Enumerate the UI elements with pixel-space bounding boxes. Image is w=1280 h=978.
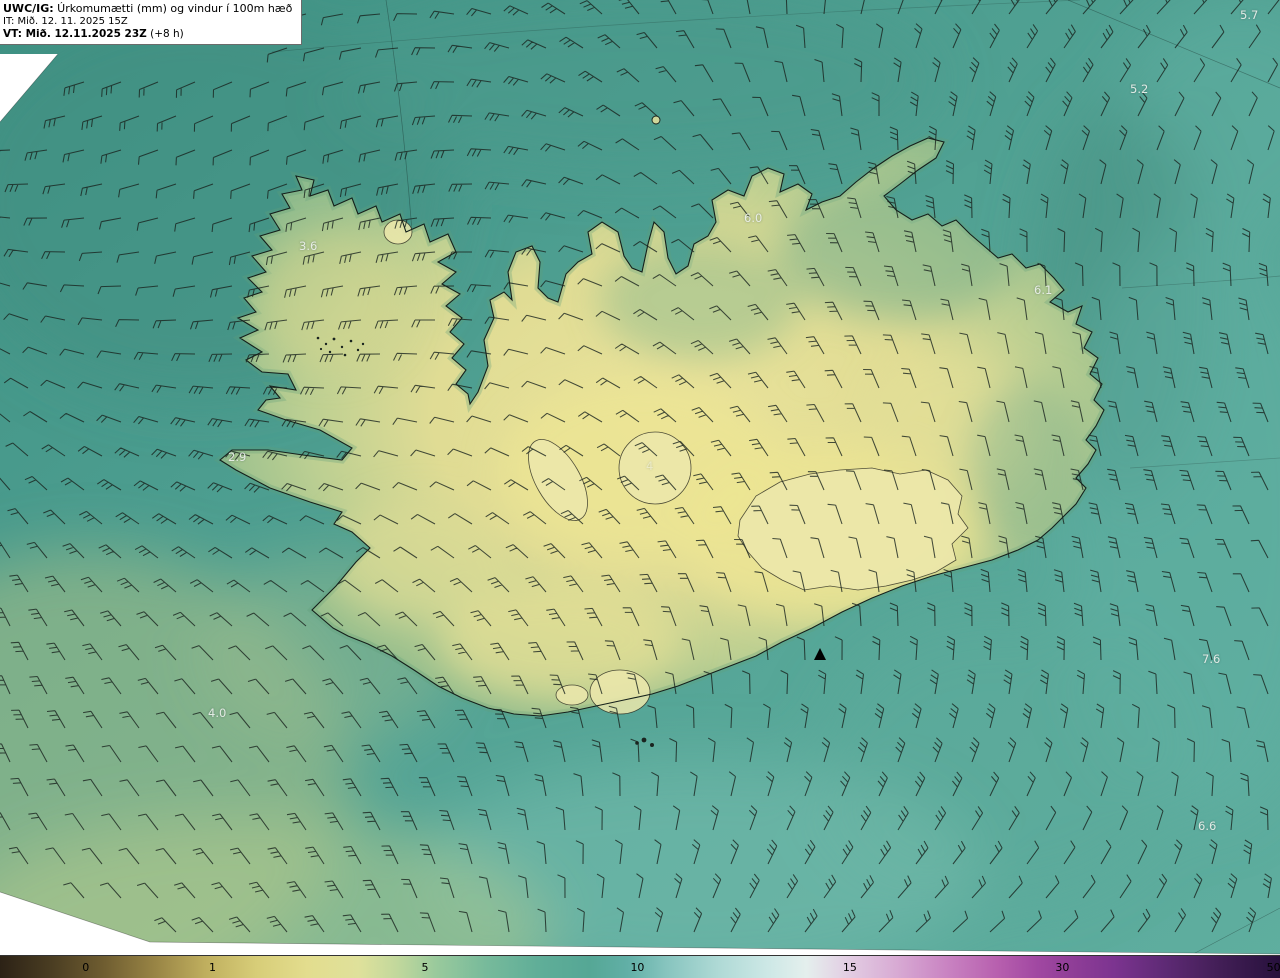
colorbar-tick-5: 5 bbox=[421, 961, 428, 974]
valid-time: VT: Mið. 12.11.2025 23Z bbox=[3, 28, 147, 40]
colorbar-tick-30: 30 bbox=[1055, 961, 1069, 974]
colorbar-gradient: 01510153050 bbox=[0, 955, 1280, 978]
weather-map-canvas bbox=[0, 0, 1280, 978]
weather-map-page: 5.75.26.03.66.12.944.07.66.6 UWC/IG: Úrk… bbox=[0, 0, 1280, 978]
model-title-line: UWC/IG: Úrkomumætti (mm) og vindur í 100… bbox=[3, 2, 292, 16]
glacier-eyjafjallajokull bbox=[556, 685, 588, 705]
glacier-myrdalsjokull bbox=[590, 670, 650, 714]
colorbar-tick-15: 15 bbox=[843, 961, 857, 974]
model-label: UWC/IG: bbox=[3, 2, 54, 15]
glacier-drangajokull bbox=[384, 220, 412, 244]
title-box: UWC/IG: Úrkomumætti (mm) og vindur í 100… bbox=[0, 0, 302, 45]
colorbar-tick-50: 50 bbox=[1267, 961, 1280, 974]
glacier-hofsjokull bbox=[619, 432, 691, 504]
colorbar-tick-1: 1 bbox=[209, 961, 216, 974]
valid-time-offset: (+8 h) bbox=[147, 28, 184, 40]
init-time: IT: Mið. 12. 11. 2025 15Z bbox=[3, 16, 292, 28]
colorbar-tick-0: 0 bbox=[82, 961, 89, 974]
colorbar-tick-10: 10 bbox=[630, 961, 644, 974]
model-title: Úrkomumætti (mm) og vindur í 100m hæð bbox=[54, 2, 293, 15]
valid-time-line: VT: Mið. 12.11.2025 23Z (+8 h) bbox=[3, 28, 292, 41]
